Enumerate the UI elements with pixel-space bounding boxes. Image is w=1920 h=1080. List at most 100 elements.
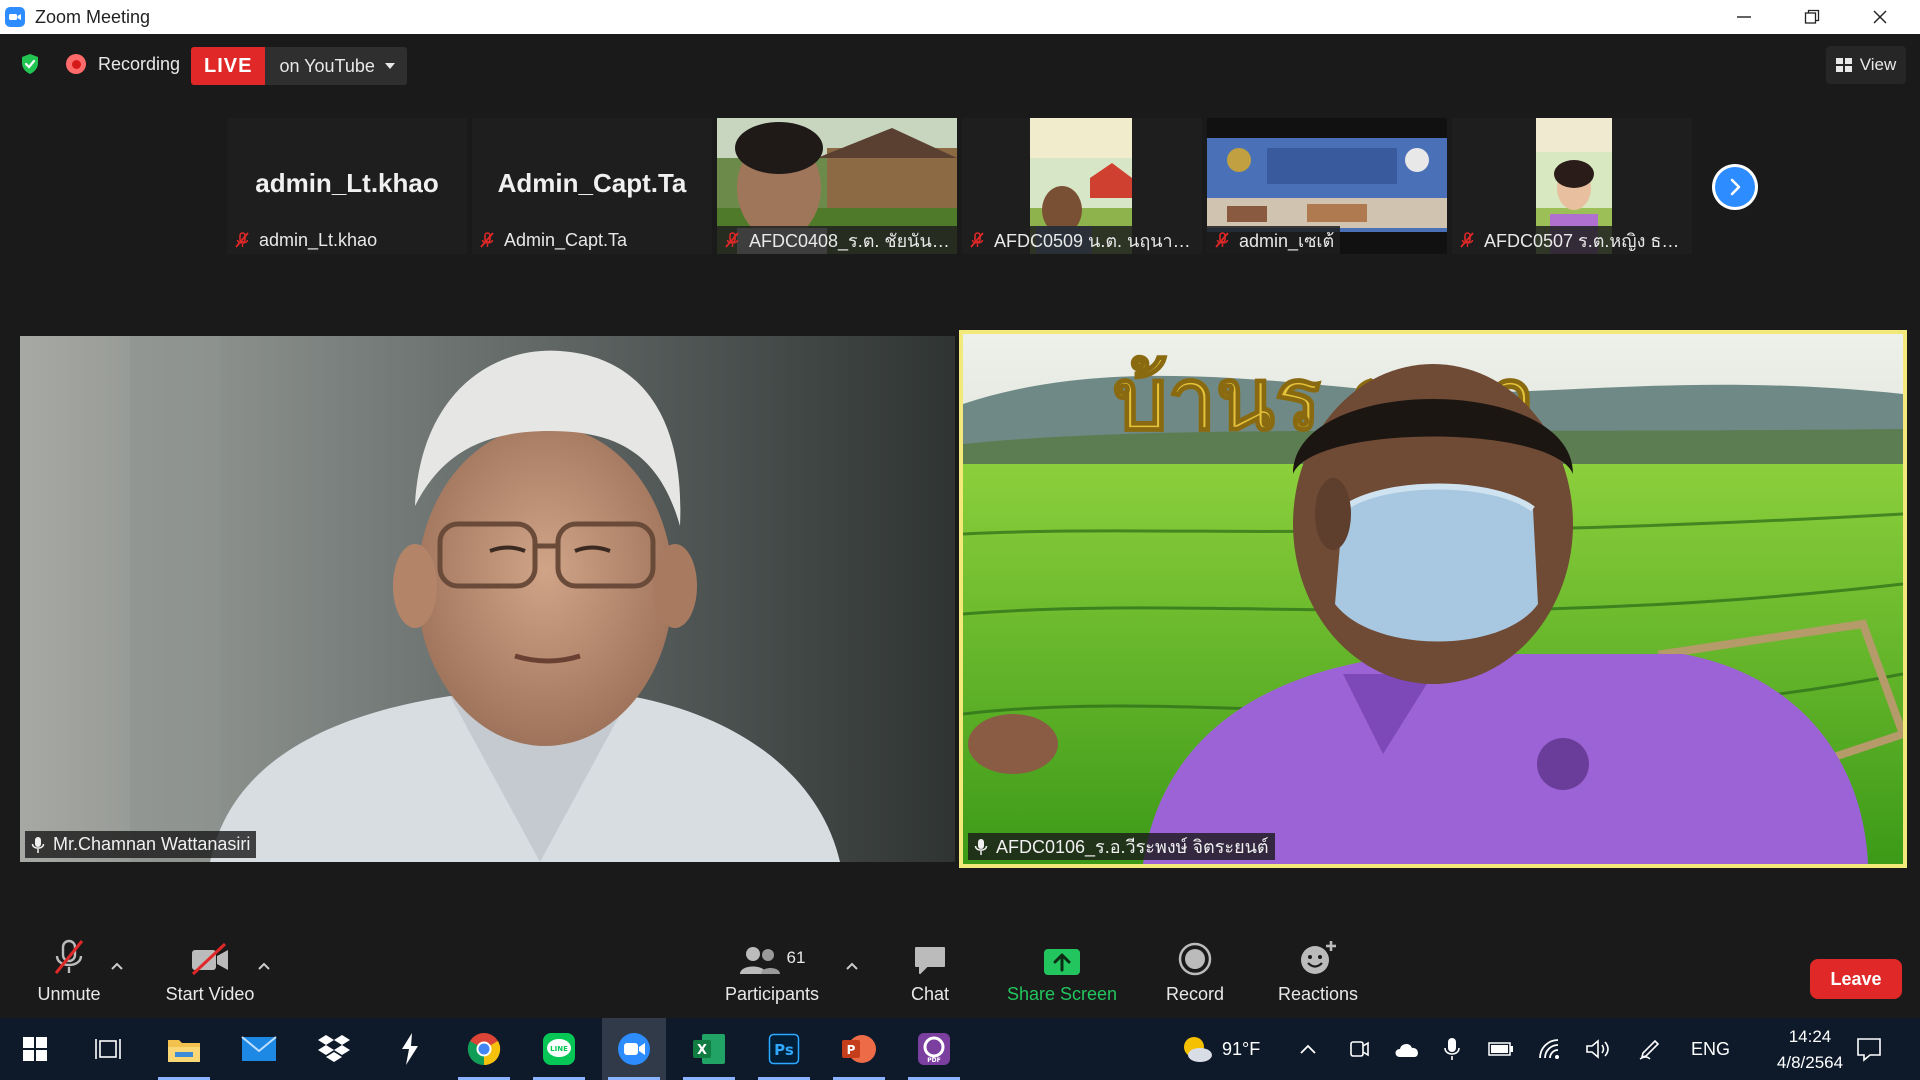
taskbar-app-bolt[interactable] xyxy=(378,1018,442,1080)
folder-icon xyxy=(168,1040,200,1062)
taskbar-file-explorer[interactable] xyxy=(152,1018,216,1080)
participant-video-feed xyxy=(20,336,955,862)
meeting-top-bar: Recording LIVE on YouTube View xyxy=(0,40,1920,88)
windows-logo-icon xyxy=(23,1037,47,1061)
dropbox-icon xyxy=(318,1035,350,1062)
wifi-icon xyxy=(1539,1039,1559,1059)
chat-button[interactable]: Chat xyxy=(900,930,960,1018)
reactions-button[interactable]: Reactions xyxy=(1273,930,1363,1018)
notification-icon xyxy=(1857,1038,1881,1062)
line-messenger-icon: LINE xyxy=(543,1033,575,1065)
video-off-camera-icon xyxy=(191,942,228,976)
chat-bubble-icon xyxy=(915,947,945,974)
clock-time: 14:24 xyxy=(1788,1027,1832,1046)
tray-microphone[interactable] xyxy=(1444,1018,1460,1080)
meeting-controls-toolbar: Unmute Start Video 61 Participants Chat … xyxy=(0,930,1920,1018)
task-view-button[interactable] xyxy=(76,1018,140,1080)
close-button[interactable] xyxy=(1846,0,1914,34)
grid-view-icon xyxy=(1835,58,1852,72)
close-icon xyxy=(1873,10,1887,24)
taskbar-chrome[interactable] xyxy=(452,1018,516,1080)
participant-caption: admin_เซเต้ xyxy=(1207,226,1341,254)
participant-thumbnail[interactable]: admin_เซเต้ xyxy=(1207,118,1447,254)
action-center-button[interactable] xyxy=(1856,1018,1882,1080)
participant-name: admin_เซเต้ xyxy=(1239,230,1335,251)
participant-thumbnail[interactable]: Admin_Capt.Ta Admin_Capt.Ta xyxy=(472,118,712,254)
minimize-button[interactable] xyxy=(1710,0,1778,34)
tray-pen[interactable] xyxy=(1638,1018,1662,1080)
battery-icon xyxy=(1488,1042,1513,1056)
taskbar-pdf-app[interactable]: PDF xyxy=(902,1018,966,1080)
view-label: View xyxy=(1859,55,1897,74)
live-target-label: on YouTube xyxy=(279,55,375,76)
share-screen-label: Share Screen xyxy=(1006,984,1118,1004)
svg-text:P: P xyxy=(847,1043,856,1057)
participant-caption: Admin_Capt.Ta xyxy=(472,226,634,254)
view-button[interactable]: View xyxy=(1826,46,1906,84)
partly-sunny-weather-icon xyxy=(1184,1037,1212,1062)
taskbar-zoom[interactable] xyxy=(602,1018,666,1080)
participant-name: AFDC0509 น.ต. นฤนาถ ... xyxy=(994,230,1196,251)
muted-microphone-icon xyxy=(54,939,84,974)
participants-count: 61 xyxy=(786,948,806,967)
participant-thumbnail[interactable]: admin_Lt.khao admin_Lt.khao xyxy=(227,118,467,254)
chrome-browser-icon xyxy=(467,1033,501,1066)
participants-button[interactable]: 61 Participants xyxy=(716,930,828,1018)
task-view-icon xyxy=(95,1039,121,1059)
zoom-video-icon xyxy=(618,1033,650,1065)
recording-dot-icon xyxy=(66,54,86,74)
reactions-label: Reactions xyxy=(1277,984,1359,1004)
camera-tray-icon xyxy=(1350,1041,1369,1057)
live-streaming-button[interactable]: LIVE on YouTube xyxy=(191,47,407,85)
tray-network[interactable] xyxy=(1538,1018,1564,1080)
restore-button[interactable] xyxy=(1778,0,1846,34)
participants-options-chevron-up-icon[interactable] xyxy=(844,960,860,972)
show-hidden-icons-button[interactable] xyxy=(1298,1018,1318,1080)
security-shield-icon[interactable] xyxy=(18,52,42,76)
taskbar-excel[interactable]: X xyxy=(677,1018,741,1080)
participant-thumbnail[interactable]: AFDC0509 น.ต. นฤนาถ ... xyxy=(962,118,1202,254)
participant-name: AFDC0106_ร.อ.วีระพงษ์ จิตระยนต์ xyxy=(996,837,1269,857)
taskbar-dropbox[interactable] xyxy=(302,1018,366,1080)
windows-taskbar: LINE X Ps P PDF 91°F ENG 14:24 4/8/2564 xyxy=(0,1018,1920,1080)
audio-options-chevron-up-icon[interactable] xyxy=(109,960,125,972)
taskbar-clock[interactable]: 14:24 4/8/2564 xyxy=(1770,1024,1850,1076)
weather-widget[interactable]: 91°F xyxy=(1180,1018,1260,1080)
participants-label: Participants xyxy=(724,984,820,1004)
leave-meeting-button[interactable]: Leave xyxy=(1810,959,1902,999)
start-button[interactable] xyxy=(3,1018,67,1080)
participant-caption: AFDC0507 ร.ต.หญิง ธนพ... xyxy=(1452,226,1692,254)
live-target-dropdown[interactable]: on YouTube xyxy=(265,47,407,85)
record-button[interactable]: Record xyxy=(1160,930,1230,1018)
taskbar-powerpoint[interactable]: P xyxy=(827,1018,891,1080)
input-language-indicator[interactable]: ENG xyxy=(1691,1018,1730,1080)
participant-name-tag: Mr.Chamnan Wattanasiri xyxy=(25,831,257,858)
share-screen-button[interactable]: Share Screen xyxy=(1003,930,1121,1018)
taskbar-photoshop[interactable]: Ps xyxy=(752,1018,816,1080)
active-speaker-video-tile[interactable]: บ้านร ฒนา AFDC0106_ร.อ.วีระพงษ์ จิตระยนต… xyxy=(959,330,1907,868)
unmute-button[interactable]: Unmute xyxy=(30,930,108,1018)
svg-text:PDF: PDF xyxy=(927,1057,940,1064)
tray-onedrive[interactable] xyxy=(1393,1018,1421,1080)
participant-thumbnail[interactable]: AFDC0408_ร.ต. ชัยนันท์ ... xyxy=(717,118,957,254)
powerpoint-icon: P xyxy=(842,1035,876,1063)
video-options-chevron-up-icon[interactable] xyxy=(256,960,272,972)
clock-date: 4/8/2564 xyxy=(1776,1053,1844,1072)
main-video-tile[interactable]: Mr.Chamnan Wattanasiri xyxy=(20,336,955,862)
photoshop-icon: Ps xyxy=(768,1033,800,1065)
tray-meet-now[interactable] xyxy=(1348,1018,1370,1080)
muted-mic-icon xyxy=(1460,232,1474,248)
participant-name: AFDC0507 ร.ต.หญิง ธนพ... xyxy=(1484,230,1686,251)
tray-battery[interactable] xyxy=(1488,1018,1514,1080)
tray-volume[interactable] xyxy=(1585,1018,1611,1080)
zoom-app-icon xyxy=(5,7,25,27)
start-video-button[interactable]: Start Video xyxy=(155,930,265,1018)
taskbar-mail[interactable] xyxy=(227,1018,291,1080)
taskbar-line[interactable]: LINE xyxy=(527,1018,591,1080)
participant-thumbnail[interactable]: AFDC0507 ร.ต.หญิง ธนพ... xyxy=(1452,118,1692,254)
next-page-button[interactable] xyxy=(1712,164,1758,210)
microphone-tray-icon xyxy=(1444,1038,1460,1060)
participant-display-name: admin_Lt.khao xyxy=(255,168,439,198)
muted-mic-icon xyxy=(480,232,494,248)
muted-mic-icon xyxy=(725,232,739,248)
